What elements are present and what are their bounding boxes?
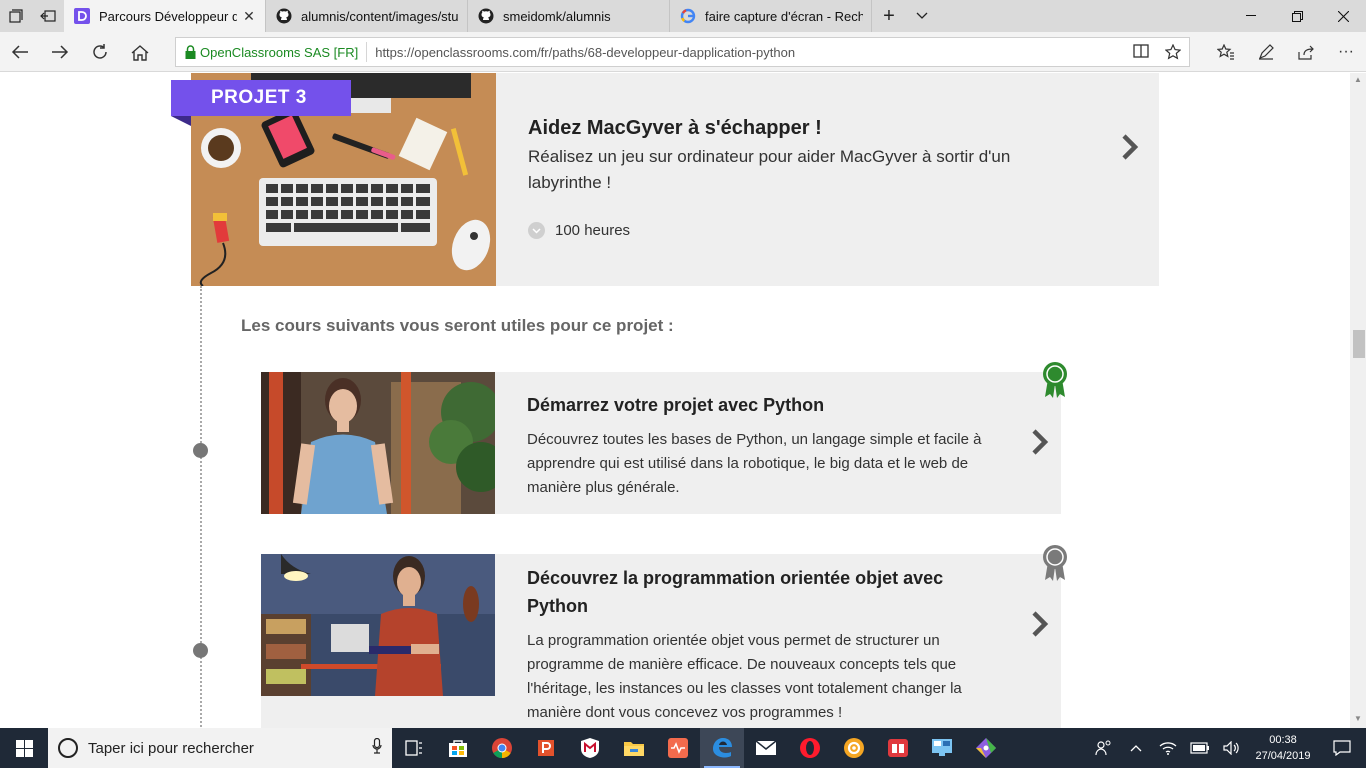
timeline-dot (193, 643, 208, 658)
mcafee-icon[interactable] (568, 728, 612, 768)
desktop-app-icon[interactable] (920, 728, 964, 768)
file-explorer-icon[interactable] (612, 728, 656, 768)
page-content: Aidez MacGyver à s'échapper ! Réalisez u… (0, 73, 1350, 728)
clock-icon (528, 222, 545, 239)
courses-heading: Les cours suivants vous seront utiles po… (241, 316, 674, 335)
tab-title: smeidomk/alumnis (503, 8, 611, 24)
reader-app-icon[interactable] (876, 728, 920, 768)
medal-grey-icon (1042, 544, 1068, 582)
lock-icon (180, 45, 200, 59)
refresh-icon[interactable] (84, 36, 116, 68)
duration-text: 100 heures (555, 222, 631, 239)
tab-list-chevron-icon[interactable] (906, 0, 938, 32)
new-tab-icon[interactable]: + (872, 0, 906, 32)
git-app-icon[interactable] (964, 728, 1008, 768)
search-placeholder: Taper ici pour rechercher (88, 739, 254, 757)
chevron-right-icon[interactable] (1028, 427, 1052, 457)
google-icon (680, 8, 696, 24)
course-title[interactable]: Démarrez votre projet avec Python (527, 391, 1007, 419)
close-tab-icon[interactable]: ✕ (241, 8, 257, 24)
taskbar-clock[interactable]: 00:38 27/04/2019 (1248, 732, 1318, 764)
url-field[interactable]: OpenClassrooms SAS [FR] https://openclas… (175, 37, 1190, 67)
windows-taskbar: Taper ici pour rechercher 00:38 27/04/20… (0, 728, 1366, 768)
set-tabs-aside-icon[interactable] (32, 0, 64, 32)
chrome-icon[interactable] (480, 728, 524, 768)
github-icon (276, 8, 292, 24)
web-notes-pen-icon[interactable] (1250, 36, 1282, 68)
course-description: La programmation orientée objet vous per… (527, 632, 962, 721)
project-description: Réalisez un jeu sur ordinateur pour aide… (528, 147, 1011, 192)
battery-icon[interactable] (1184, 742, 1216, 754)
tab-title: faire capture d'écran - Rech (705, 8, 863, 24)
address-bar-area: OpenClassrooms SAS [FR] https://openclas… (0, 32, 1366, 72)
chevron-right-icon[interactable] (1028, 609, 1052, 639)
close-window-icon[interactable] (1320, 0, 1366, 32)
volume-icon[interactable] (1216, 741, 1248, 755)
powerpoint-icon[interactable] (524, 728, 568, 768)
cortana-icon (58, 738, 78, 758)
project-duration: 100 heures (528, 222, 630, 239)
course-thumbnail (261, 372, 495, 514)
project-title[interactable]: Aidez MacGyver à s'échapper ! (528, 117, 822, 140)
site-identity[interactable]: OpenClassrooms SAS [FR] (200, 42, 368, 62)
medal-green-icon (1042, 361, 1068, 399)
notification-center-icon[interactable] (1318, 740, 1366, 756)
clock-date: 27/04/2019 (1255, 750, 1311, 762)
chevron-up-icon[interactable] (1120, 744, 1152, 752)
settings-app-icon[interactable] (832, 728, 876, 768)
home-icon[interactable] (124, 36, 156, 68)
tab-openclassrooms[interactable]: Parcours Développeur d ✕ (64, 0, 266, 32)
favorite-star-icon[interactable] (1157, 44, 1189, 60)
forward-icon[interactable] (44, 36, 76, 68)
badge-fold (171, 116, 191, 126)
course-card[interactable]: Découvrez la programmation orientée obje… (261, 554, 1061, 728)
timeline-dot (193, 443, 208, 458)
timeline-line (200, 286, 202, 728)
mail-icon[interactable] (744, 728, 788, 768)
back-icon[interactable] (4, 36, 36, 68)
tab-github-repo[interactable]: smeidomk/alumnis (468, 0, 670, 32)
tab-preview-icon[interactable] (0, 0, 32, 32)
browser-tab-bar: Parcours Développeur d ✕ alumnis/content… (0, 0, 1366, 32)
more-menu-icon[interactable]: ··· (1330, 36, 1362, 68)
store-icon[interactable] (436, 728, 480, 768)
vertical-scrollbar[interactable]: ▲ ▼ (1350, 73, 1366, 728)
course-card[interactable]: Démarrez votre projet avec Python Découv… (261, 372, 1061, 514)
clock-time: 00:38 (1269, 734, 1297, 746)
restore-icon[interactable] (1274, 0, 1320, 32)
course-thumbnail (261, 554, 495, 696)
task-view-icon[interactable] (392, 728, 436, 768)
course-title[interactable]: Découvrez la programmation orientée obje… (527, 564, 1007, 620)
wifi-icon[interactable] (1152, 741, 1184, 755)
scrollbar-thumb[interactable] (1353, 330, 1365, 358)
url-text[interactable]: https://openclassrooms.com/fr/paths/68-d… (367, 45, 1125, 60)
github-icon (478, 8, 494, 24)
scroll-up-icon[interactable]: ▲ (1354, 75, 1362, 84)
edge-icon[interactable] (700, 728, 744, 768)
microphone-icon[interactable] (362, 737, 392, 759)
media-app-icon[interactable] (656, 728, 700, 768)
course-description: Découvrez toutes les bases de Python, un… (527, 431, 982, 496)
openclassrooms-icon (74, 8, 90, 24)
tab-google-search[interactable]: faire capture d'écran - Rech (670, 0, 872, 32)
system-tray: 00:38 27/04/2019 (1088, 728, 1366, 768)
people-icon[interactable] (1088, 740, 1120, 756)
tab-github-images[interactable]: alumnis/content/images/stu (266, 0, 468, 32)
tab-title: Parcours Développeur d (99, 8, 237, 24)
reading-view-icon[interactable] (1125, 44, 1157, 60)
project-badge: PROJET 3 (171, 80, 351, 116)
favorites-hub-icon[interactable] (1210, 36, 1242, 68)
tab-title: alumnis/content/images/stu (301, 8, 459, 24)
windows-start-icon[interactable] (0, 728, 48, 768)
scroll-down-icon[interactable]: ▼ (1354, 714, 1362, 723)
opera-icon[interactable] (788, 728, 832, 768)
taskbar-search-box[interactable]: Taper ici pour rechercher (48, 728, 392, 768)
minimize-icon[interactable] (1228, 0, 1274, 32)
chevron-right-icon[interactable] (1118, 132, 1142, 162)
share-icon[interactable] (1290, 36, 1322, 68)
